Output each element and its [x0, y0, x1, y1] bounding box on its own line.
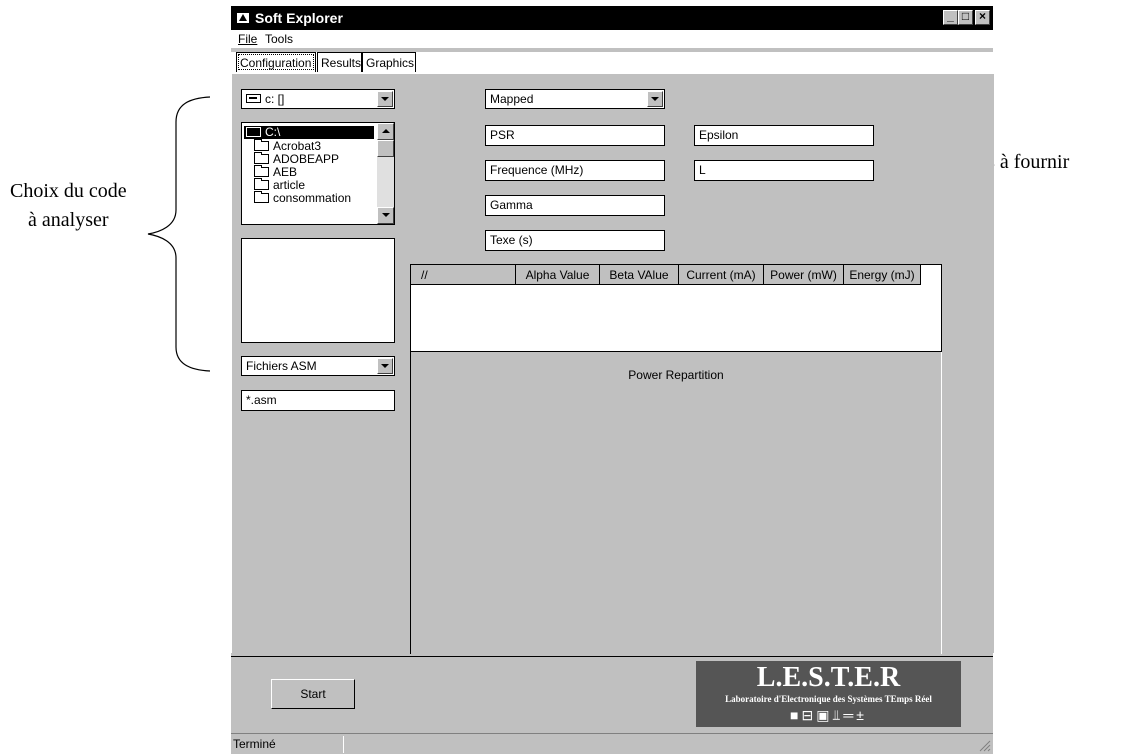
title-bar: Soft Explorer _ □ × [231, 6, 993, 30]
tree-scrollbar[interactable] [377, 123, 394, 224]
resize-grip-icon[interactable] [979, 740, 991, 752]
logo-title: L.E.S.T.E.R [756, 662, 901, 693]
menu-bar: File Tools [231, 30, 993, 48]
folder-icon [254, 165, 269, 177]
scroll-thumb[interactable] [377, 140, 394, 157]
bottom-bar: Start L.E.S.T.E.R Laboratoire d'Electron… [231, 656, 993, 731]
drive-combo-value: c: [] [265, 92, 285, 106]
annotation-choix-line1: Choix du code [10, 180, 127, 202]
power-repartition-chart: Power Repartition [410, 352, 942, 654]
tree-root[interactable]: C:\ [244, 126, 374, 139]
folder-icon [254, 178, 269, 190]
folder-icon [254, 152, 269, 164]
folder-tree[interactable]: C:\ Acrobat3 ADOBEAPP AEB article consom… [241, 122, 395, 225]
tree-folder[interactable]: consommation [254, 191, 352, 205]
file-list[interactable] [241, 238, 395, 343]
mode-combo[interactable]: Mapped [485, 89, 665, 109]
start-button[interactable]: Start [271, 679, 355, 709]
tab-configuration[interactable]: Configuration [236, 52, 316, 72]
minimize-button[interactable]: _ [943, 10, 958, 25]
table-header-index[interactable]: // [411, 265, 516, 285]
tree-folder-label: Acrobat3 [273, 139, 322, 153]
tab-strip: Configuration Results Graphics [231, 52, 993, 74]
tree-folder-label: AEB [273, 165, 298, 179]
filetype-combo[interactable]: Fichiers ASM [241, 356, 395, 376]
tree-folder-label: ADOBEAPP [273, 152, 340, 166]
annotation-choix-line2: à analyser [28, 209, 109, 231]
circuit-symbol-icon: ± [856, 707, 867, 723]
tab-graphics[interactable]: Graphics [362, 52, 416, 72]
menu-tools[interactable]: Tools [265, 32, 293, 46]
drive-combo-dropdown-button[interactable] [377, 91, 393, 107]
scroll-down-button[interactable] [377, 207, 394, 224]
chart-title: Power Repartition [628, 368, 724, 382]
filter-field[interactable]: *.asm [241, 390, 395, 411]
tab-results[interactable]: Results [317, 52, 362, 72]
mode-combo-dropdown-button[interactable] [647, 91, 663, 107]
scroll-up-button[interactable] [377, 123, 394, 140]
tree-folder-label: article [273, 178, 306, 192]
lester-logo: L.E.S.T.E.R Laboratoire d'Electronique d… [696, 661, 961, 727]
folder-icon [254, 139, 269, 151]
tree-root-label: C:\ [265, 125, 281, 139]
l-field[interactable]: L [694, 160, 874, 181]
table-header-beta[interactable]: Beta VAlue [600, 265, 679, 285]
circuit-symbol-icon: ⫫ [832, 707, 844, 723]
table-header-current[interactable]: Current (mA) [679, 265, 764, 285]
table-header-power[interactable]: Power (mW) [764, 265, 844, 285]
circuit-symbol-icon: ═ [843, 707, 857, 723]
epsilon-field[interactable]: Epsilon [694, 125, 874, 146]
drive-icon [246, 94, 261, 103]
texe-field[interactable]: Texe (s) [485, 230, 665, 251]
status-text: Terminé [233, 737, 276, 751]
left-brace [147, 96, 211, 372]
circuit-symbol-icon: ▣ [816, 707, 833, 723]
close-button[interactable]: × [975, 10, 990, 25]
frequence-field[interactable]: Frequence (MHz) [485, 160, 665, 181]
filetype-combo-dropdown-button[interactable] [377, 358, 393, 374]
menu-file[interactable]: File [238, 32, 257, 46]
circuit-symbol-icon: ⊟ [801, 707, 817, 723]
drive-combo[interactable]: c: [] [241, 89, 395, 109]
logo-symbols: ■⊟▣⫫═± [696, 707, 961, 723]
psr-field[interactable]: PSR [485, 125, 665, 146]
circuit-symbol-icon: ■ [790, 707, 802, 723]
status-panel-2 [343, 736, 980, 753]
logo-subtitle: Laboratoire d'Electronique des Systèmes … [725, 694, 932, 704]
results-table[interactable]: // Alpha Value Beta VAlue Current (mA) P… [410, 264, 942, 352]
maximize-button[interactable]: □ [958, 10, 973, 25]
configuration-panel: c: [] C:\ Acrobat3 ADOBEAPP AEB article … [231, 73, 994, 654]
table-header-energy[interactable]: Energy (mJ) [844, 265, 921, 285]
status-bar: Terminé [231, 733, 993, 754]
open-folder-icon [246, 127, 261, 137]
app-icon [237, 13, 249, 23]
filetype-combo-value: Fichiers ASM [246, 359, 317, 373]
window-title: Soft Explorer [255, 10, 343, 26]
table-header-alpha[interactable]: Alpha Value [516, 265, 600, 285]
folder-icon [254, 191, 269, 203]
gamma-field[interactable]: Gamma [485, 195, 665, 216]
tree-folder-label: consommation [273, 191, 352, 205]
mode-combo-value: Mapped [490, 92, 534, 106]
status-panel: Terminé [231, 736, 344, 753]
drive-combo-value-wrap: c: [] [246, 90, 284, 108]
app-window: Soft Explorer _ □ × File Tools Configura… [231, 6, 994, 754]
